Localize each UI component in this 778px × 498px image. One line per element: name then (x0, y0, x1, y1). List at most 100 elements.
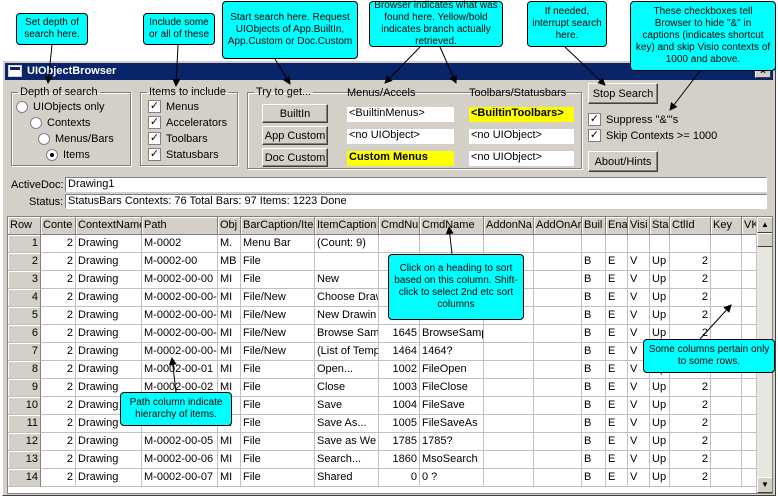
table-cell[interactable]: V (628, 253, 650, 271)
table-cell[interactable] (484, 433, 534, 451)
table-cell[interactable]: 1860 (379, 451, 420, 469)
table-cell[interactable]: Shared (315, 469, 379, 487)
depth-option-items[interactable]: Items (46, 149, 90, 161)
table-cell[interactable]: E (606, 451, 628, 469)
row-number[interactable]: 3 (8, 271, 41, 289)
table-cell[interactable]: B (582, 433, 606, 451)
table-cell[interactable]: M-0002-00 (142, 253, 218, 271)
table-cell[interactable]: File (241, 415, 315, 433)
row-number[interactable]: 7 (8, 343, 41, 361)
table-cell[interactable] (484, 325, 534, 343)
table-cell[interactable]: E (606, 397, 628, 415)
table-cell[interactable] (650, 235, 670, 253)
column-header-cmd-num[interactable]: CmdNu (379, 217, 420, 235)
table-cell[interactable]: B (582, 289, 606, 307)
table-cell[interactable]: E (606, 271, 628, 289)
table-cell[interactable]: Drawing (76, 289, 142, 307)
table-cell[interactable]: V (628, 289, 650, 307)
table-cell[interactable]: 0 (379, 469, 420, 487)
table-cell[interactable]: 1464 (379, 343, 420, 361)
table-cell[interactable]: MI (218, 271, 241, 289)
radio-contexts[interactable] (30, 117, 42, 129)
suppress-ampersand-option[interactable]: ✓ Suppress "&"'s (588, 113, 678, 126)
table-cell[interactable]: Menu Bar (241, 235, 315, 253)
table-cell[interactable]: B (582, 415, 606, 433)
table-cell[interactable]: V (628, 271, 650, 289)
table-cell[interactable] (582, 235, 606, 253)
table-cell[interactable]: 2 (41, 271, 76, 289)
row-number[interactable]: 8 (8, 361, 41, 379)
table-cell[interactable]: MI (218, 343, 241, 361)
table-cell[interactable]: 2 (670, 253, 711, 271)
table-cell[interactable]: MI (218, 289, 241, 307)
table-cell[interactable]: MI (218, 307, 241, 325)
table-cell[interactable] (379, 235, 420, 253)
table-cell[interactable]: Up (650, 415, 670, 433)
column-header-visible[interactable]: Visi (628, 217, 650, 235)
table-cell[interactable]: 2 (41, 397, 76, 415)
table-cell[interactable] (711, 307, 742, 325)
table-cell[interactable]: Up (650, 433, 670, 451)
include-statusbars[interactable]: ✓ Statusbars (148, 148, 219, 161)
table-cell[interactable] (534, 451, 582, 469)
column-header-context-name[interactable]: ContextName (76, 217, 142, 235)
table-cell[interactable]: B (582, 325, 606, 343)
table-cell[interactable]: File (241, 379, 315, 397)
app-custom-button[interactable]: App Custom (262, 126, 328, 145)
table-cell[interactable]: 2 (670, 289, 711, 307)
depth-option-contexts[interactable]: Contexts (30, 117, 90, 129)
table-cell[interactable] (711, 397, 742, 415)
table-cell[interactable]: 2 (670, 451, 711, 469)
table-cell[interactable]: M-0002-00-01 (142, 361, 218, 379)
table-cell[interactable]: FileSaveAs (420, 415, 484, 433)
table-cell[interactable]: V (628, 307, 650, 325)
table-cell[interactable]: B (582, 379, 606, 397)
table-cell[interactable]: File (241, 451, 315, 469)
table-cell[interactable] (606, 235, 628, 253)
table-cell[interactable]: MB (218, 253, 241, 271)
row-number[interactable]: 14 (8, 469, 41, 487)
skip-contexts-option[interactable]: ✓ Skip Contexts >= 1000 (588, 129, 717, 142)
table-cell[interactable] (484, 343, 534, 361)
scroll-thumb[interactable] (757, 233, 772, 247)
table-cell[interactable]: M. (218, 235, 241, 253)
table-cell[interactable]: E (606, 253, 628, 271)
row-number[interactable]: 9 (8, 379, 41, 397)
table-cell[interactable]: 2 (670, 469, 711, 487)
table-cell[interactable]: File (241, 433, 315, 451)
column-header-context[interactable]: Conte (41, 217, 76, 235)
row-number[interactable]: 10 (8, 397, 41, 415)
row-number[interactable]: 12 (8, 433, 41, 451)
table-cell[interactable] (534, 289, 582, 307)
table-cell[interactable]: 2 (41, 361, 76, 379)
table-cell[interactable]: New (315, 271, 379, 289)
table-cell[interactable]: V (628, 379, 650, 397)
table-cell[interactable] (711, 253, 742, 271)
table-cell[interactable]: E (606, 325, 628, 343)
table-cell[interactable] (711, 235, 742, 253)
table-cell[interactable] (534, 343, 582, 361)
table-cell[interactable]: B (582, 469, 606, 487)
table-cell[interactable] (534, 307, 582, 325)
scroll-up-icon[interactable]: ▲ (757, 217, 772, 233)
table-cell[interactable]: E (606, 379, 628, 397)
row-number[interactable]: 1 (8, 235, 41, 253)
table-cell[interactable]: FileSave (420, 397, 484, 415)
table-cell[interactable] (484, 379, 534, 397)
table-cell[interactable] (484, 469, 534, 487)
table-cell[interactable]: MI (218, 451, 241, 469)
table-cell[interactable]: V (628, 433, 650, 451)
table-cell[interactable]: (Count: 9) (315, 235, 379, 253)
table-cell[interactable] (534, 235, 582, 253)
row-number[interactable]: 6 (8, 325, 41, 343)
table-cell[interactable] (534, 397, 582, 415)
table-cell[interactable]: 1004 (379, 397, 420, 415)
column-header-bar-caption[interactable]: BarCaption/Ite (241, 217, 315, 235)
table-cell[interactable]: Drawing (76, 451, 142, 469)
doc-custom-button[interactable]: Doc Custom (262, 148, 328, 167)
table-cell[interactable]: File (241, 271, 315, 289)
table-cell[interactable]: 2 (670, 307, 711, 325)
table-cell[interactable]: Browse Sam (315, 325, 379, 343)
table-cell[interactable]: Drawing (76, 235, 142, 253)
depth-option-menus-bars[interactable]: Menus/Bars (38, 133, 114, 145)
